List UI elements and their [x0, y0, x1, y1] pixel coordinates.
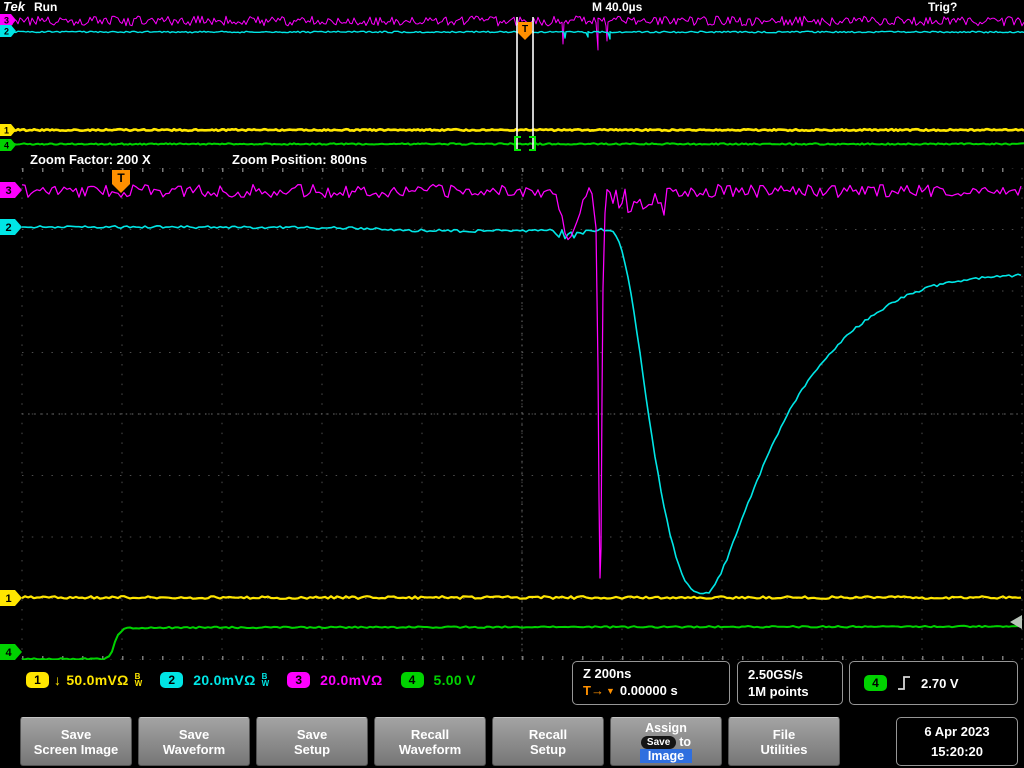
trigger-info-box: 4 2.70 V — [849, 661, 1018, 705]
datetime-panel: 6 Apr 2023 15:20:20 — [896, 717, 1018, 766]
channel-1-marker-label: 1 — [5, 593, 11, 605]
channel-4-marker-label: 4 — [5, 647, 12, 659]
status-bar: 1 ↓ 50.0mVΩ B W 2 20.0mVΩ B W 3 20.0mVΩ 4 5.00 V Z 2… — [0, 660, 1024, 714]
zoom-waveform-display: 3 2 1 4 T — [0, 168, 1023, 660]
menu-button-label: Waveform — [398, 741, 462, 757]
trigger-source-badge: 4 — [864, 675, 887, 691]
trigger-status-readout: Trig? — [928, 0, 958, 14]
menu-button-label: Save — [178, 726, 210, 742]
menu-button-assign-save-to-image[interactable]: Assign Save to Image — [610, 717, 722, 766]
menu-button-file-utilities[interactable]: File Utilities — [728, 717, 840, 766]
zoom-position-readout: Zoom Position: 800ns — [232, 152, 368, 167]
channel-3-marker-label: 3 — [5, 185, 11, 197]
menu-button-label: Setup — [293, 741, 331, 757]
acquisition-status: Run — [34, 0, 58, 14]
menu-button-label: Utilities — [760, 741, 808, 757]
channel-2-scale-readout: 20.0mVΩ — [193, 672, 256, 688]
menu-buttons: Save Screen Image Save Waveform Save Setup Rec… — [20, 717, 840, 766]
menu-button-label: File — [772, 726, 796, 742]
menu-button-label: Save — [296, 726, 328, 742]
channel-3-badge[interactable]: 3 — [287, 672, 311, 688]
channel-1-marker-label: 1 — [4, 126, 9, 136]
main-timebase-readout: M 40.0µs — [592, 0, 643, 14]
menu-button-save-screen-image[interactable]: Save Screen Image — [20, 717, 132, 766]
rising-edge-icon — [898, 676, 910, 690]
acquisition-info-box: 2.50GS/s 1M points — [737, 661, 843, 705]
ch3-overview-trace — [0, 15, 1024, 51]
trigger-t-icon: T→ — [583, 683, 604, 698]
bottom-menu-bar: Save Screen Image Save Waveform Save Setup Rec… — [0, 714, 1024, 768]
channel-2-badge[interactable]: 2 — [160, 672, 184, 688]
channel-1-bandwidth-limit-icon: BW — [134, 672, 143, 688]
menu-button-label: Waveform — [162, 741, 226, 757]
channel-3-readout: 3 20.0mVΩ — [287, 672, 382, 688]
ch4-zoom-trace — [21, 624, 1022, 660]
menu-button-save-waveform[interactable]: Save Waveform — [138, 717, 250, 766]
channel-2-bandwidth-limit-icon: BW — [261, 672, 270, 688]
ch2-zoom-trace — [21, 224, 1022, 595]
record-length-readout: 1M points — [748, 684, 809, 699]
menu-button-recall-setup[interactable]: Recall Setup — [492, 717, 604, 766]
zoom-timebase-box: Z 200ns T→ ▼ 0.00000 s — [572, 661, 730, 705]
channel-1-offset-arrow: ↓ — [54, 672, 62, 688]
zoom-factor-readout: Zoom Factor: 200 X — [30, 152, 151, 167]
zoom-info-bar: Zoom Factor: 200 X Zoom Position: 800ns — [0, 151, 1024, 168]
assign-to-label: to — [679, 734, 692, 749]
channel-3-scale-readout: 20.0mVΩ — [320, 672, 383, 688]
channel-2-marker-label: 2 — [4, 27, 9, 37]
delay-value: 0.00000 s — [619, 683, 678, 698]
channel-4-badge[interactable]: 4 — [400, 672, 424, 688]
date-readout: 6 Apr 2023 — [924, 724, 990, 739]
channel-4-readout: 4 5.00 V — [400, 672, 476, 688]
ch1-overview-trace — [0, 127, 1024, 133]
channel-3-marker-label: 3 — [4, 16, 9, 26]
ch2-overview-trace — [0, 30, 1024, 40]
ch4-overview-trace — [0, 142, 1024, 146]
zoom-scale-readout: Z 200ns — [583, 666, 632, 681]
channel-1-badge[interactable]: 1 — [26, 672, 49, 688]
channel-4-marker-label: 4 — [4, 141, 9, 151]
delay-readout: T→ ▼ 0.00000 s — [583, 683, 719, 698]
save-key-badge: Save — [640, 735, 677, 749]
trigger-down-arrow-icon: ▼ — [605, 685, 615, 696]
time-readout: 15:20:20 — [930, 744, 984, 759]
channel-1-readout: 1 ↓ 50.0mVΩ B W — [26, 672, 142, 688]
tek-logo: Tek — [3, 0, 25, 14]
channel-2-readout: 2 20.0mVΩ B W — [160, 672, 269, 688]
top-bar: Tek Run M 40.0µs Trig? — [0, 0, 1024, 14]
menu-button-save-setup[interactable]: Save Setup — [256, 717, 368, 766]
ch3-zoom-trace — [21, 183, 1022, 579]
channel-readouts: 1 ↓ 50.0mVΩ B W 2 20.0mVΩ B W 3 20.0mVΩ 4 5.00 V — [26, 672, 476, 688]
channel-1-scale-readout: 50.0mVΩ — [66, 672, 129, 688]
menu-button-label: Save — [60, 726, 92, 742]
trigger-level-readout: 2.70 V — [921, 675, 959, 691]
oscilloscope-screen: Tek Run M 40.0µs Trig? T3214 Zoom Factor… — [0, 0, 1024, 768]
overview-waveform-strip: T 32 1 4 — [0, 14, 1024, 151]
menu-button-label: Setup — [529, 741, 567, 757]
channel-2-marker-label: 2 — [5, 222, 11, 234]
menu-button-label: Recall — [528, 726, 568, 742]
menu-button-recall-waveform[interactable]: Recall Waveform — [374, 717, 486, 766]
assign-middle-line: Save to — [640, 734, 692, 749]
assign-target-image: Image — [639, 748, 693, 763]
menu-button-label: Recall — [410, 726, 450, 742]
trigger-position-marker-label: T — [117, 171, 125, 185]
menu-button-label: Screen Image — [33, 741, 119, 757]
trigger-position-flag-label: T — [522, 24, 528, 35]
channel-4-scale-readout: 5.00 V — [433, 672, 476, 688]
ch1-zoom-trace — [21, 595, 1022, 600]
sample-rate-readout: 2.50GS/s — [748, 667, 803, 682]
assign-label: Assign — [645, 720, 687, 735]
